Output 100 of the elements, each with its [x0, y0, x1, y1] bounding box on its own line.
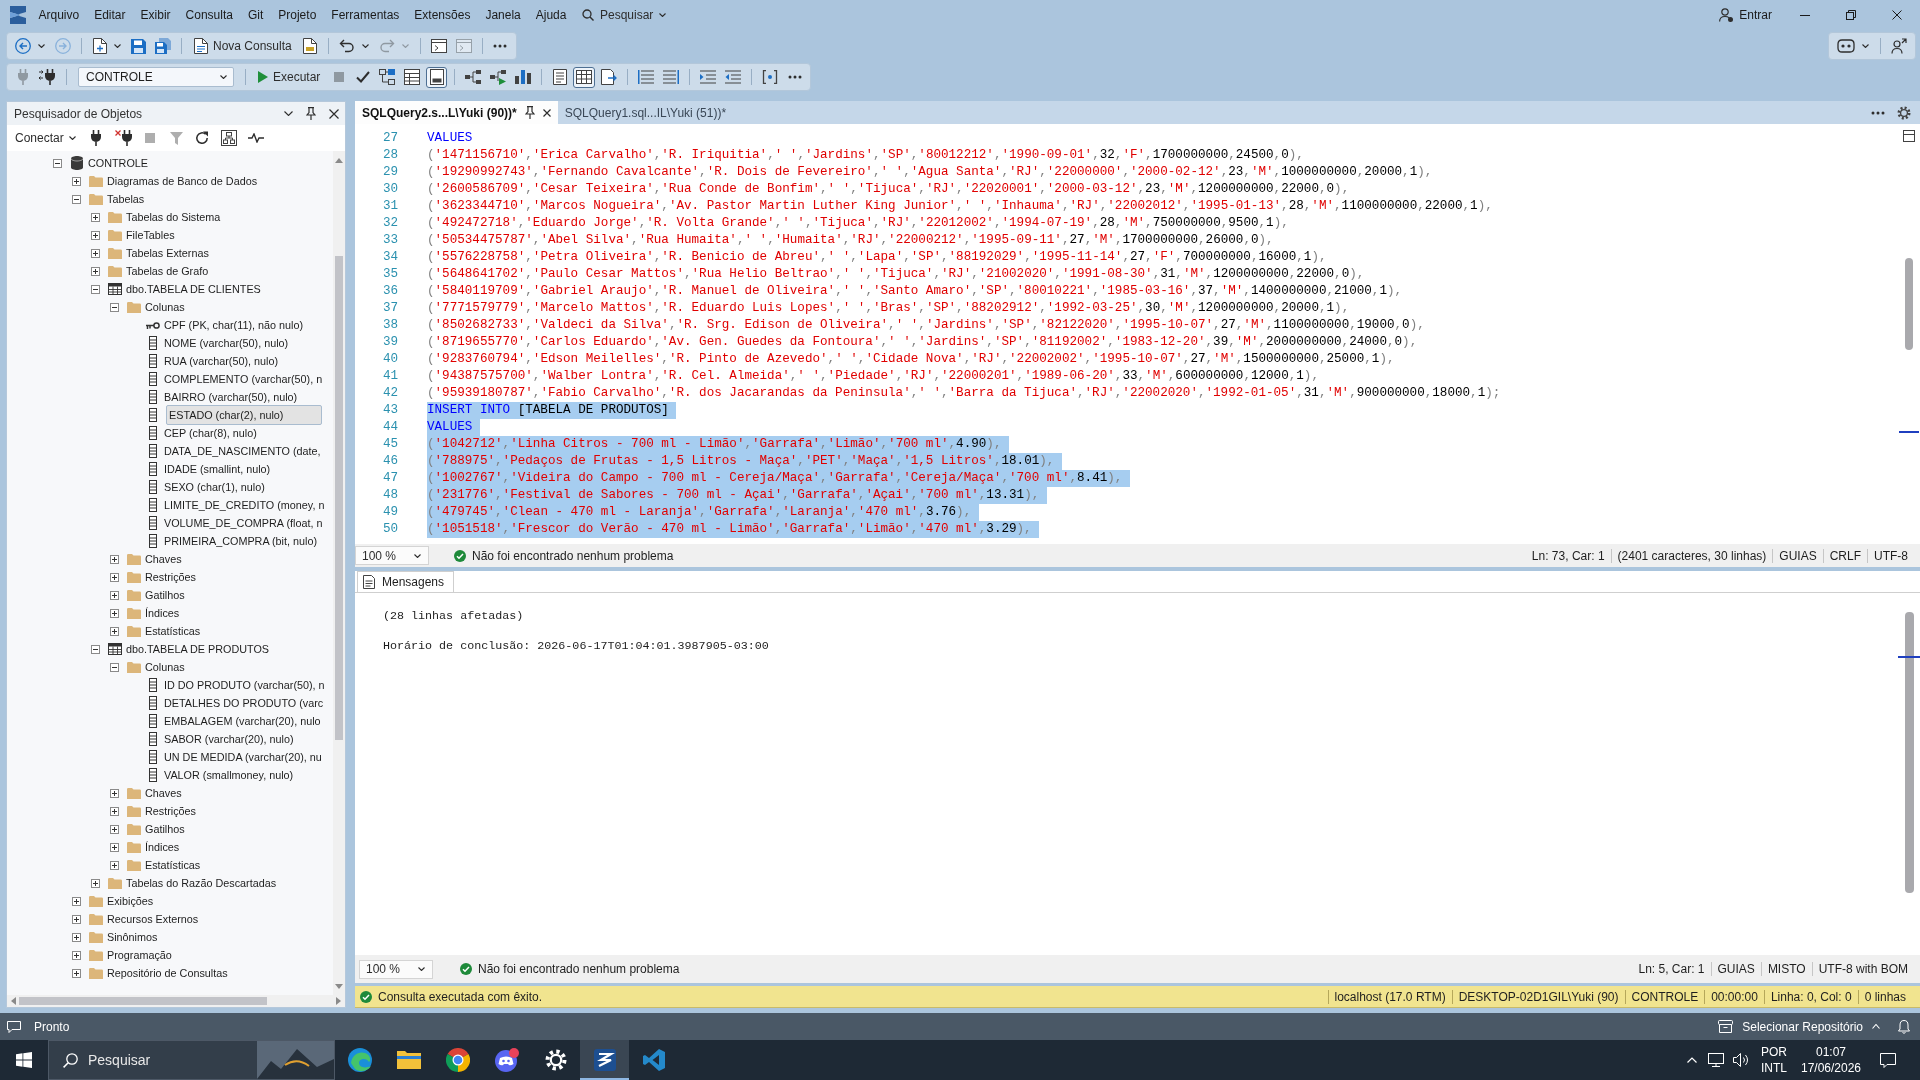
- results-pane-button[interactable]: [426, 66, 448, 88]
- menu-item[interactable]: Extensões: [406, 5, 478, 25]
- caret-icon[interactable]: [284, 111, 293, 116]
- taskbar-button[interactable]: [580, 1040, 629, 1080]
- scroll-right-icon[interactable]: [336, 997, 341, 1005]
- menu-item[interactable]: Editar: [86, 5, 134, 25]
- tree-item[interactable]: Tabelas de Grafo: [124, 263, 211, 279]
- tree-item[interactable]: Programação: [105, 947, 174, 963]
- tree-item[interactable]: CEP (char(8), nulo): [162, 425, 259, 441]
- tree-item[interactable]: EMBALAGEM (varchar(20), nulo: [162, 713, 323, 729]
- tree-item[interactable]: Gatilhos: [143, 587, 187, 603]
- search-field[interactable]: Pesquisar: [88, 1052, 228, 1068]
- expand-icon[interactable]: [110, 608, 119, 618]
- menu-item[interactable]: Janela: [477, 5, 529, 25]
- collapse-icon[interactable]: [72, 194, 81, 204]
- expand-icon[interactable]: [110, 590, 119, 600]
- expand-icon[interactable]: [72, 896, 81, 906]
- repository-button[interactable]: Selecionar Repositório: [1716, 1019, 1882, 1034]
- tree-item[interactable]: Sinônimos: [105, 929, 160, 945]
- expand-icon[interactable]: [72, 932, 81, 942]
- expand-icon[interactable]: [72, 950, 81, 960]
- close-icon[interactable]: [542, 108, 551, 117]
- tree-item[interactable]: Chaves: [143, 785, 184, 801]
- tree-item[interactable]: Restrições: [143, 569, 198, 585]
- tree-item[interactable]: SEXO (char(1), nulo): [162, 479, 267, 495]
- expand-icon[interactable]: [110, 806, 119, 816]
- menu-item[interactable]: Ajuda: [528, 5, 574, 25]
- restore-icon[interactable]: [1846, 10, 1856, 20]
- expand-icon[interactable]: [110, 860, 119, 870]
- tree-item[interactable]: Índices: [143, 839, 182, 855]
- tree-item[interactable]: Recursos Externos: [105, 911, 201, 927]
- expand-icon[interactable]: [110, 824, 119, 834]
- tree-item[interactable]: dbo.TABELA DE PRODUTOS: [124, 641, 271, 657]
- tree-item[interactable]: PRIMEIRA_COMPRA (bit, nulo): [162, 533, 319, 549]
- tree-item[interactable]: Tabelas Externas: [124, 245, 211, 261]
- tree-item[interactable]: DETALHES DO PRODUTO (varc: [162, 695, 326, 711]
- menu-item[interactable]: Exibir: [133, 5, 179, 25]
- collapse-icon[interactable]: [91, 284, 100, 294]
- expand-icon[interactable]: [91, 878, 100, 888]
- tree-item[interactable]: Colunas: [143, 659, 187, 675]
- tree-item[interactable]: Diagramas de Banco de Dados: [105, 173, 260, 189]
- results-grid-button[interactable]: [573, 66, 596, 88]
- bell-icon[interactable]: [1898, 1019, 1910, 1034]
- scrollbar-thumb[interactable]: [1905, 258, 1913, 350]
- scrollbar-thumb[interactable]: [19, 997, 267, 1005]
- chevron-up-icon[interactable]: [1687, 1057, 1697, 1063]
- tree-item[interactable]: dbo.TABELA DE CLIENTES: [124, 281, 263, 297]
- tree-item[interactable]: Índices: [143, 605, 182, 621]
- scrollbar-thumb[interactable]: [1905, 612, 1914, 893]
- tree-item[interactable]: ESTADO (char(2), nulo): [166, 405, 322, 425]
- monitor-icon[interactable]: [1708, 1053, 1724, 1067]
- caret-icon[interactable]: [1862, 44, 1869, 48]
- close-icon[interactable]: [1892, 10, 1902, 20]
- tree-item[interactable]: LIMITE_DE_CREDITO (money, n: [162, 497, 327, 513]
- tree-item[interactable]: BAIRRO (varchar(50), nulo): [162, 389, 300, 405]
- expand-icon[interactable]: [110, 572, 119, 582]
- zoom-dropdown[interactable]: 100 %: [359, 959, 433, 979]
- expand-icon[interactable]: [110, 626, 119, 636]
- menu-item[interactable]: Consulta: [178, 5, 241, 25]
- tree-item[interactable]: VALOR (smallmoney, nulo): [162, 767, 296, 783]
- execute-button[interactable]: Executar: [253, 66, 326, 88]
- menu-item[interactable]: Git: [240, 5, 271, 25]
- notification-icon[interactable]: [1880, 1052, 1896, 1068]
- feedback-button[interactable]: [1888, 35, 1910, 57]
- tree-item[interactable]: ID DO PRODUTO (varchar(50), n: [162, 677, 327, 693]
- menu-item[interactable]: Projeto: [270, 5, 324, 25]
- back-button[interactable]: [12, 35, 34, 57]
- messages-tab[interactable]: Mensagens: [357, 571, 455, 592]
- save-all-button[interactable]: [152, 35, 174, 57]
- pin-icon[interactable]: [524, 106, 535, 119]
- split-view-icon[interactable]: [1903, 130, 1915, 142]
- tree-item[interactable]: Exibições: [105, 893, 156, 909]
- expand-icon[interactable]: [72, 176, 81, 186]
- scroll-up-icon[interactable]: [335, 158, 343, 163]
- tree-item[interactable]: Estatísticas: [143, 623, 203, 639]
- expand-icon[interactable]: [110, 554, 119, 564]
- caret-icon[interactable]: [114, 44, 121, 48]
- editor-tab[interactable]: SQLQuery2.s...L\Yuki (90))*: [355, 101, 558, 124]
- tree-item[interactable]: COMPLEMENTO (varchar(50), n: [162, 371, 325, 387]
- collapse-icon[interactable]: [91, 644, 100, 654]
- tree-item[interactable]: DATA_DE_NASCIMENTO (date,: [162, 443, 323, 459]
- expand-icon[interactable]: [110, 842, 119, 852]
- caret-icon[interactable]: [38, 44, 45, 48]
- close-icon[interactable]: [329, 108, 339, 119]
- search-menu[interactable]: Pesquisar: [577, 5, 671, 25]
- tree-item[interactable]: FileTables: [124, 227, 177, 243]
- collapse-icon[interactable]: [110, 302, 119, 312]
- expand-icon[interactable]: [91, 266, 100, 276]
- expand-icon[interactable]: [91, 230, 100, 240]
- tree-item[interactable]: Gatilhos: [143, 821, 187, 837]
- expand-icon[interactable]: [91, 248, 100, 258]
- scrollbar-thumb[interactable]: [335, 256, 343, 740]
- caret-icon[interactable]: [361, 44, 369, 48]
- expand-icon[interactable]: [72, 914, 81, 924]
- zoom-dropdown[interactable]: 100 %: [355, 546, 429, 565]
- sign-in-button[interactable]: Entrar: [1715, 5, 1776, 25]
- tree-item[interactable]: Tabelas do Sistema: [124, 209, 223, 225]
- expand-icon[interactable]: [72, 968, 81, 978]
- expand-icon[interactable]: [91, 212, 100, 222]
- connect-menu-button[interactable]: Conectar: [10, 127, 81, 149]
